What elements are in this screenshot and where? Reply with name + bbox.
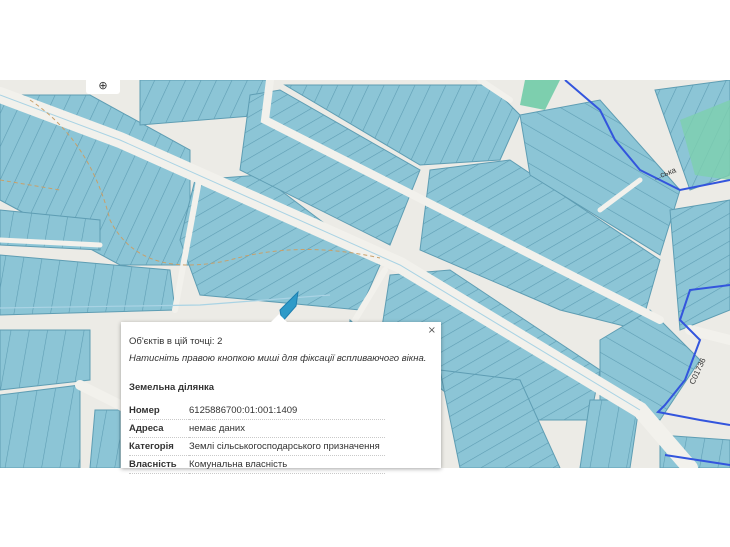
table-row: Номер 6125886700:01:001:1409	[129, 402, 385, 420]
popup-pointer	[271, 314, 287, 322]
popup-hint: Натисніть правою кнопкою миші для фіксац…	[129, 353, 427, 364]
row-value: 6125886700:01:001:1409	[189, 402, 385, 420]
row-label: Адреса	[129, 419, 189, 438]
row-label: Категорія	[129, 437, 189, 456]
green-zone	[520, 80, 560, 110]
row-label: Номер	[129, 402, 189, 420]
table-row: Категорія Землі сільськогосподарського п…	[129, 437, 385, 456]
row-value: Комунальна власність	[189, 455, 385, 474]
close-icon[interactable]: ×	[428, 325, 436, 336]
objects-count: Об'єктів в цій точці: 2	[129, 336, 223, 347]
locate-button[interactable]: ⊕	[86, 80, 120, 94]
locate-icon: ⊕	[98, 79, 108, 92]
row-value: немає даних	[189, 419, 385, 438]
attributes-table: Номер 6125886700:01:001:1409 Адреса нема…	[129, 402, 385, 474]
table-row: Власність Комунальна власність	[129, 455, 385, 474]
table-row: Адреса немає даних	[129, 419, 385, 438]
parcel-block-sw2	[0, 329, 91, 391]
parcel-block-far-e	[669, 199, 730, 331]
row-value: Землі сільськогосподарського призначення	[189, 437, 385, 456]
parcel-block-s	[89, 409, 121, 468]
feature-info-popup[interactable]: × Об'єктів в цій точці: 2 Натисніть прав…	[121, 314, 441, 474]
section-title: Земельна ділянка	[129, 382, 214, 393]
parcel-block-sw3	[0, 384, 81, 468]
row-label: Власність	[129, 455, 189, 474]
